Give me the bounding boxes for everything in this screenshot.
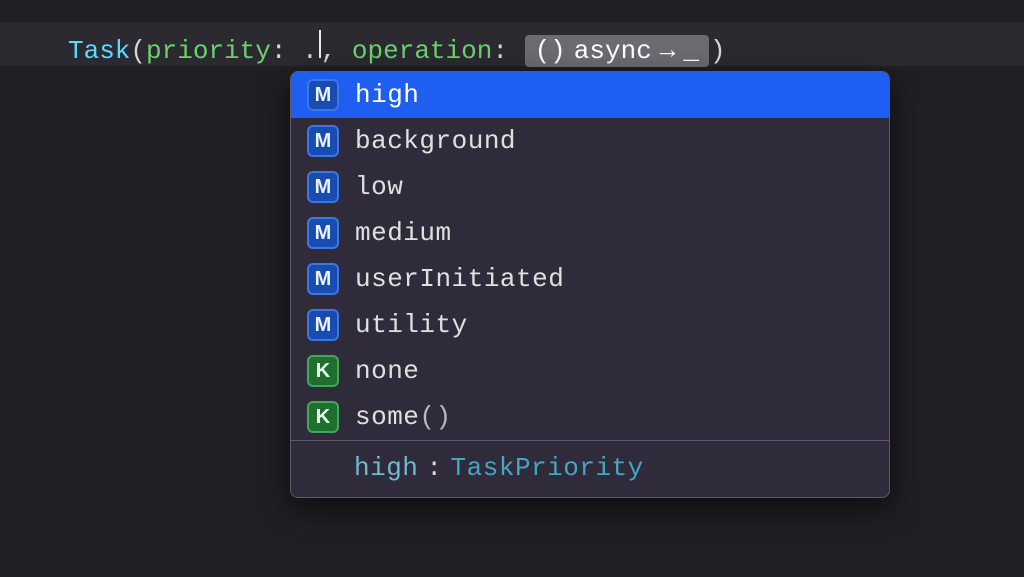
keyword-kind-icon: K	[307, 355, 339, 387]
completion-label: some()	[355, 402, 873, 432]
method-kind-icon: M	[307, 263, 339, 295]
completion-popup[interactable]: MhighMbackgroundMlowMmediumMuserInitiate…	[290, 71, 890, 498]
method-kind-icon: M	[307, 171, 339, 203]
completion-label: low	[355, 172, 873, 202]
completion-item-userInitiated[interactable]: MuserInitiated	[291, 256, 889, 302]
token-space2	[508, 36, 524, 66]
placeholder-underscore: _	[683, 36, 699, 66]
method-kind-icon: M	[307, 217, 339, 249]
token-colon2: :	[492, 36, 508, 66]
completion-label: utility	[355, 310, 873, 340]
placeholder-arrow: →	[660, 36, 676, 66]
completion-item-low[interactable]: Mlow	[291, 164, 889, 210]
token-close-paren: )	[710, 36, 726, 66]
doc-symbol-type: TaskPriority	[451, 453, 644, 483]
doc-colon: :	[426, 453, 442, 483]
token-colon: :	[271, 36, 287, 66]
completion-item-utility[interactable]: Mutility	[291, 302, 889, 348]
completion-item-high[interactable]: Mhigh	[291, 72, 889, 118]
method-kind-icon: M	[307, 125, 339, 157]
token-space1	[286, 36, 302, 66]
placeholder-async: async	[574, 36, 652, 66]
completion-label: userInitiated	[355, 264, 873, 294]
completion-item-background[interactable]: Mbackground	[291, 118, 889, 164]
method-kind-icon: M	[307, 79, 339, 111]
token-param-priority: priority	[146, 36, 271, 66]
placeholder-parens: ()	[535, 36, 566, 66]
method-kind-icon: M	[307, 309, 339, 341]
completion-item-some[interactable]: Ksome()	[291, 394, 889, 440]
token-open-paren: (	[130, 36, 146, 66]
token-dot: .	[302, 36, 318, 66]
completion-label: high	[355, 80, 873, 110]
token-type: Task	[68, 36, 130, 66]
completion-suffix: ()	[419, 402, 451, 432]
completion-item-medium[interactable]: Mmedium	[291, 210, 889, 256]
completion-label: none	[355, 356, 873, 386]
completion-label: medium	[355, 218, 873, 248]
token-param-operation: operation	[352, 36, 492, 66]
closure-placeholder[interactable]: () async → _	[525, 35, 709, 67]
completion-doc: high: TaskPriority	[291, 440, 889, 497]
editor-code-line[interactable]: Task ( priority : . , operation : () asy…	[0, 22, 1024, 66]
completion-label: background	[355, 126, 873, 156]
completion-item-none[interactable]: Knone	[291, 348, 889, 394]
keyword-kind-icon: K	[307, 401, 339, 433]
token-comma: ,	[321, 36, 352, 66]
doc-symbol-name: high	[354, 453, 418, 483]
